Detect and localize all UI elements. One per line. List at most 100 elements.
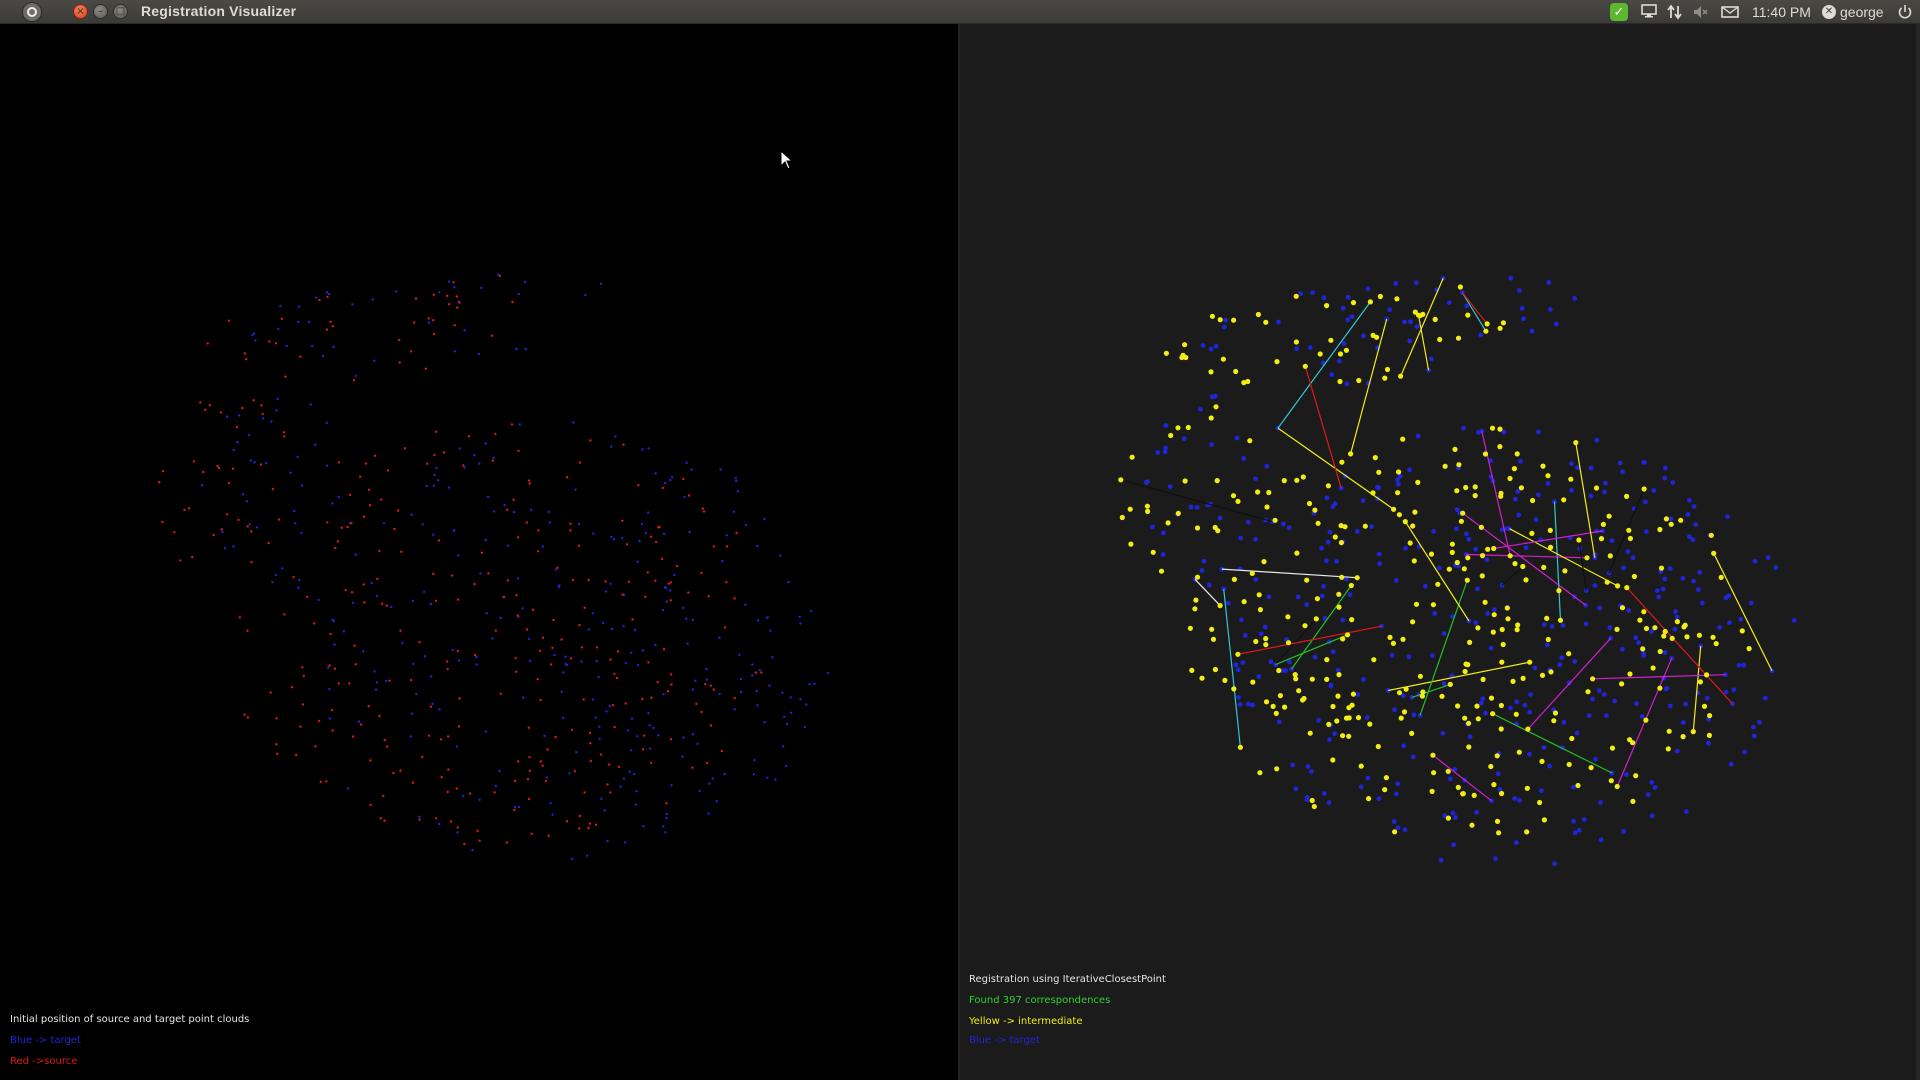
source-point [380,498,383,501]
target-point [1268,659,1274,665]
source-point [527,797,531,801]
username[interactable]: george [1840,3,1884,21]
target-point [1473,546,1478,552]
target-point [437,479,440,482]
target-point [1598,837,1604,843]
intermediate-point [1281,478,1287,484]
target-point [1549,624,1555,629]
source-point [733,597,736,600]
intermediate-point [1413,601,1420,607]
target-point [453,286,456,289]
right-caption: Registration using IterativeClosestPoint [969,974,1166,985]
intermediate-point [1590,676,1596,682]
target-point [577,523,581,526]
intermediate-point [1573,440,1579,446]
intermediate-point [1513,711,1519,717]
target-point [599,282,603,285]
source-point [662,648,666,651]
source-point [432,319,435,322]
ubuntu-logo-icon[interactable] [22,2,42,22]
intermediate-point [1674,619,1680,625]
target-point [1319,545,1324,551]
right-viewport[interactable]: Registration using IterativeClosestPoint… [960,24,1920,1080]
source-point [494,432,497,435]
target-point [1636,640,1641,646]
intermediate-point [1641,609,1647,615]
target-point [1592,583,1598,588]
source-point [544,779,548,783]
target-point [471,848,474,852]
source-point [275,717,278,720]
target-point [271,581,274,584]
target-point [1680,575,1686,581]
source-point [363,601,366,604]
target-point [1221,324,1227,330]
target-point [421,523,424,526]
target-point [245,500,249,503]
legend-yellow-intermediate: Yellow -> intermediate [969,1016,1083,1027]
mail-icon[interactable] [1720,3,1742,21]
target-point [1358,784,1364,790]
intermediate-point [1556,588,1562,594]
target-point [562,716,565,720]
source-point [243,713,246,716]
target-point [346,787,350,790]
target-point [1683,809,1689,814]
source-point [516,536,520,539]
target-point [1625,549,1631,554]
source-point [204,408,207,411]
maximize-window-button[interactable]: □ [113,4,128,19]
target-point [663,586,667,589]
source-point [282,431,286,434]
correspondence-line [1578,539,1587,591]
minimize-window-button[interactable]: – [93,4,108,19]
target-point [662,825,665,828]
target-point [696,742,699,745]
source-point [589,759,592,763]
target-point [1642,460,1647,465]
source-point [220,528,223,531]
target-point [1474,809,1480,815]
target-point [1559,655,1565,660]
source-point [499,692,502,695]
intermediate-point [1317,351,1323,357]
intermediate-point [1340,636,1346,642]
target-point [1725,514,1730,519]
intermediate-point [1454,488,1460,494]
update-check-icon[interactable]: ✓ [1610,3,1628,21]
close-window-button[interactable]: × [73,4,88,19]
source-point [283,613,286,616]
target-point [517,292,520,296]
target-point [1401,743,1407,749]
source-point [547,834,550,837]
source-point [227,481,231,485]
intermediate-point [1367,299,1373,305]
target-point [1493,856,1498,862]
intermediate-point [1454,559,1460,566]
target-point [1536,429,1541,435]
source-point [642,748,645,751]
target-point [1324,558,1329,564]
target-point [610,627,614,631]
target-point [1508,705,1513,711]
target-point [609,582,612,585]
target-point [758,668,761,672]
network-icon[interactable] [1666,3,1686,21]
target-point [523,280,527,284]
clock[interactable]: 11:40 PM [1752,3,1811,21]
target-point [665,812,668,816]
target-point [479,572,482,575]
initial-point-clouds [158,273,829,861]
user-status-icon[interactable]: ✕ [1822,5,1836,19]
intermediate-point [1458,518,1464,524]
left-viewport[interactable]: Initial position of source and target po… [0,24,958,1080]
volume-muted-icon[interactable] [1692,3,1712,21]
source-point [587,578,590,582]
target-point [705,678,709,681]
source-point [473,653,477,657]
display-icon[interactable] [1640,3,1660,21]
target-point [622,624,625,628]
source-point [409,350,413,353]
mouse-cursor-icon [780,150,794,170]
source-point [456,649,460,653]
